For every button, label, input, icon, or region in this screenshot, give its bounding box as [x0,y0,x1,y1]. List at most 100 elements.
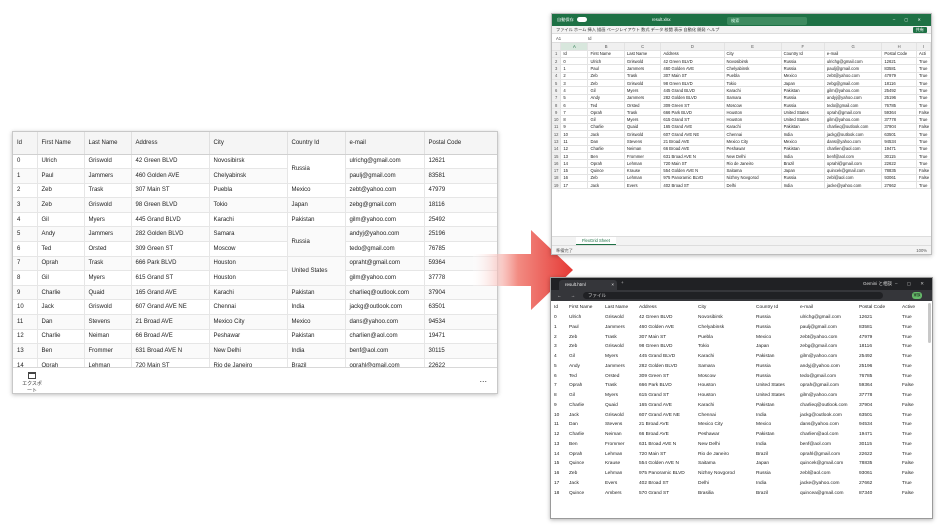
grid-cell[interactable]: 21 Broad AVE [131,314,210,330]
excel-cell[interactable]: 21 Broad AVE [660,137,725,146]
excel-cell[interactable]: 607 Grand AVE NE [660,130,725,139]
grid-cell[interactable]: 165 Grand AVE [131,285,210,301]
excel-cell[interactable]: Lehman [624,159,662,168]
grid-cell[interactable]: 98 Green BLVD [131,197,210,213]
grid-cell[interactable]: India [287,343,346,359]
excel-cell[interactable]: Orsted [624,101,662,110]
formula-input[interactable]: Id [588,34,592,43]
excel-cell[interactable]: charlieq@outlook.com [824,123,883,132]
excel-cell[interactable]: zebl@aol.com [824,174,883,183]
grid-cell[interactable]: andyj@yahoo.com [345,226,425,243]
excel-cell[interactable]: 93061 [881,174,917,183]
excel-cell[interactable]: 83581 [881,64,917,73]
excel-cell[interactable]: Gil [587,115,625,124]
excel-cell[interactable]: andyj@yahoo.com [824,94,883,102]
grid-cell[interactable]: Griswold [84,299,132,316]
grid-cell[interactable]: 282 Golden BLVD [131,226,210,243]
grid-cell[interactable]: Pakistan [287,212,346,228]
grid-cell[interactable]: Mexico City [209,314,288,330]
column-letter-header[interactable]: D [660,43,725,51]
excel-cell[interactable]: Quince [587,167,625,175]
excel-cell[interactable]: Frommer [624,152,662,161]
grid-cell[interactable]: Novosibirsk [209,154,288,170]
excel-cell[interactable]: Pakistan [781,145,825,153]
excel-cell[interactable]: Jammers [624,94,662,102]
grid-row[interactable]: 9 Charlie Quaid 165 Grand AVE Karachi Pakista… [13,285,497,301]
grid-row[interactable]: 2 Zeb Trask 307 Main ST Puebla Mexico zebt@yah… [13,183,497,199]
excel-cell[interactable]: Rio de Janeiro [724,159,782,168]
excel-cell[interactable]: Mexico City [724,137,782,146]
grid-cell[interactable]: Karachi [209,285,288,301]
close-tab-icon[interactable]: × [611,280,614,290]
excel-cell[interactable]: 6 [560,101,589,110]
excel-cell[interactable]: Trask [624,108,662,117]
grid-cell[interactable]: 66 Broad AVE [131,329,210,345]
excel-cell[interactable]: 975 Panoramic BLVD [660,174,725,183]
excel-cell[interactable]: True [916,57,931,66]
new-tab-button[interactable]: + [621,280,624,285]
excel-cell[interactable]: 98 Green BLVD [660,79,725,88]
excel-cell[interactable]: Samara [724,94,782,102]
excel-cell[interactable]: paulj@gmail.com [824,64,883,73]
excel-cell[interactable]: 165 Grand AVE [660,123,725,132]
excel-cell[interactable]: Ulrich [587,57,625,66]
excel-header-cell[interactable]: Country Id [781,50,825,59]
excel-cell[interactable]: Chelyabinsk [724,64,782,73]
excel-cell[interactable]: Mexico [781,137,825,146]
excel-cell[interactable]: India [781,152,825,161]
grid-cell[interactable]: Quaid [84,285,132,301]
grid-cell[interactable]: 18116 [424,197,497,213]
excel-cell[interactable]: Japan [781,79,825,88]
grid-cell[interactable]: 666 Park BLVD [131,256,210,272]
grid-cell[interactable]: Andy [37,226,85,243]
excel-cell[interactable]: 15 [560,167,589,175]
excel-header-cell[interactable]: Postal Code [881,50,917,59]
grid-column-header[interactable]: Last Name [84,132,132,155]
column-letter-header[interactable]: I [916,43,931,51]
grid-row[interactable]: 12 Charlie Neiman 66 Broad AVE Peshawar Pakis… [13,329,497,345]
window-controls[interactable]: – ▢ ✕ [895,281,928,287]
browser-tab[interactable]: result.html × [559,280,617,290]
grid-column-header[interactable]: Id [13,132,38,155]
grid-cell[interactable]: Jack [37,299,85,316]
grid-cell[interactable]: Chelyabinsk [209,168,288,184]
excel-cell[interactable]: 307 Main ST [660,72,725,81]
zoom-level[interactable]: 100% [916,246,927,254]
excel-cell[interactable]: 631 Broad AVE N [660,152,725,161]
excel-cell[interactable]: True [916,137,931,146]
excel-cell[interactable]: Puebla [724,72,782,81]
excel-cell[interactable]: False [916,108,931,117]
grid-column-header[interactable]: Country Id [287,132,346,155]
grid-row[interactable]: 13 Ben Frommer 631 Broad AVE N New Delhi Indi… [13,343,497,359]
excel-cell[interactable]: 4 [560,86,589,95]
excel-cell[interactable]: 7 [560,108,589,117]
row-number[interactable]: 17 [552,167,562,175]
excel-cell[interactable]: 282 Golden BLVD [660,94,725,102]
excel-cell[interactable]: 59364 [881,108,917,117]
excel-cell[interactable]: 460 Golden AVE [660,64,725,73]
grid-cell[interactable]: 30115 [424,343,497,359]
excel-cell[interactable]: True [916,86,931,95]
grid-cell[interactable]: 7 [13,256,38,272]
excel-cell[interactable]: jackg@outlook.com [824,130,883,139]
excel-cell[interactable]: Stevens [624,137,662,146]
export-button[interactable]: エクスポート [21,372,43,393]
row-number[interactable]: 13 [552,137,562,146]
grid-row[interactable]: 6 Ted Orsted 309 Green ST Moscow tedo@gmail.c… [13,241,497,257]
grid-cell[interactable]: 615 Grand ST [131,270,210,286]
excel-cell[interactable]: 10 [560,130,589,139]
profile-avatar[interactable]: 家族 [912,292,922,299]
grid-cell[interactable]: United States [287,256,346,286]
excel-cell[interactable]: Peshawar [724,145,782,153]
excel-cell[interactable]: Brazil [781,159,825,168]
grid-cell[interactable]: Russia [287,154,346,184]
grid-cell[interactable]: Paul [37,168,85,184]
grid-cell[interactable]: 309 Green ST [131,241,210,257]
excel-cell[interactable]: 12 [560,145,589,153]
excel-cell[interactable]: Mexico [781,72,825,81]
excel-cell[interactable]: Trask [624,72,662,81]
excel-cell[interactable]: Jack [587,130,625,139]
excel-cell[interactable]: Nizhny Novgorod [724,174,782,183]
name-box[interactable]: A1 [556,34,576,43]
column-letter-header[interactable]: F [781,43,825,51]
